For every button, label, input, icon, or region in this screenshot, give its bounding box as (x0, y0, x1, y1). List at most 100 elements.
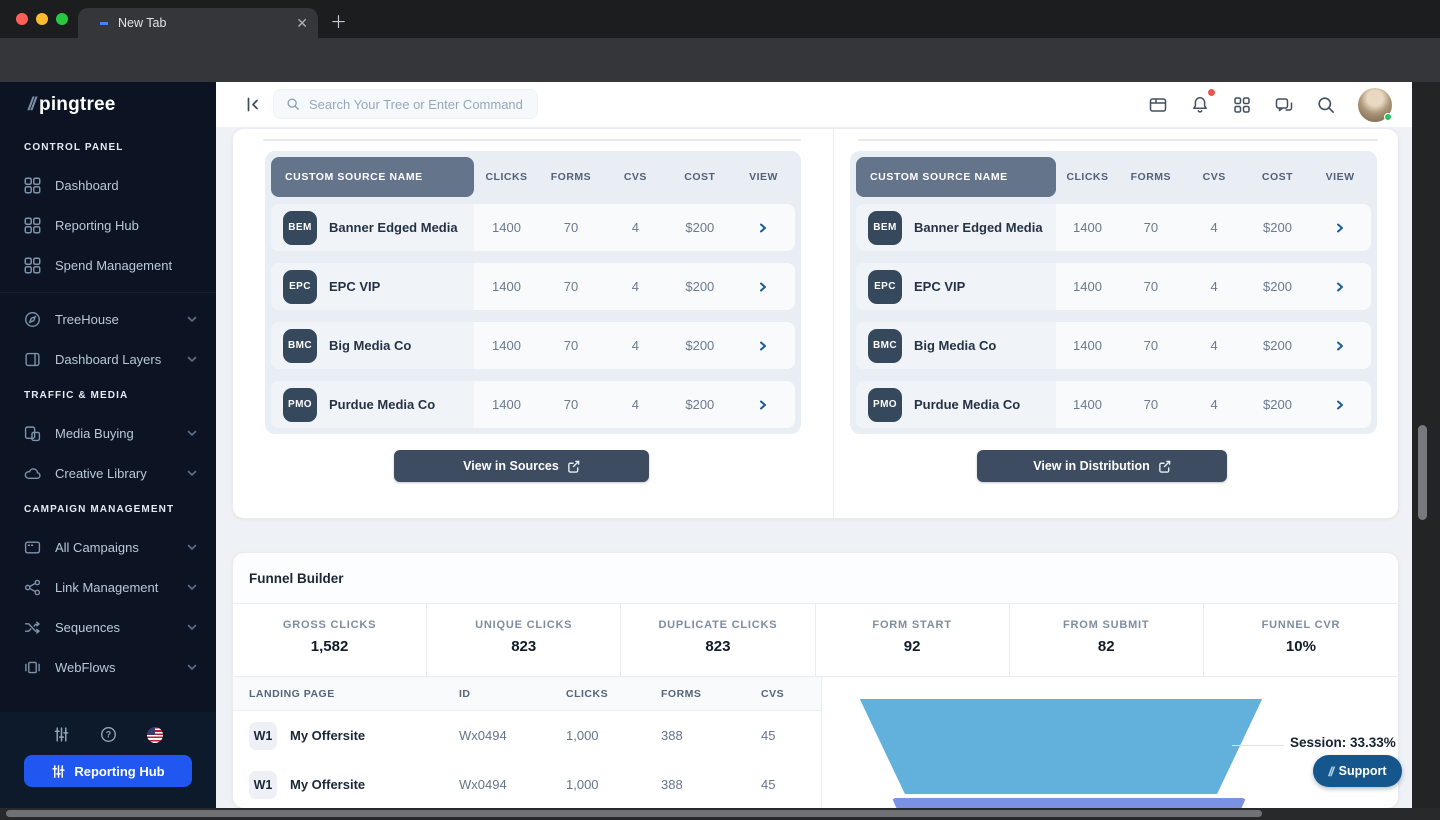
sidebar-item-dashboard-layers[interactable]: Dashboard Layers (0, 339, 216, 379)
view-row-chevron-icon[interactable] (758, 282, 768, 292)
view-row-chevron-icon[interactable] (758, 223, 768, 233)
vertical-scrollbar-track (1412, 82, 1440, 820)
sliders-icon[interactable] (53, 726, 70, 743)
stat-value: 1,582 (233, 638, 426, 655)
sidebar-item-treehouse[interactable]: TreeHouse (0, 299, 216, 339)
view-in-sources-label: View in Sources (463, 459, 559, 473)
window-stack-icon (24, 659, 41, 676)
section-label-control-panel: CONTROL PANEL (24, 142, 216, 153)
sidebar-item-label: Link Management (55, 580, 186, 595)
sidebar-item-all-campaigns[interactable]: All Campaigns (0, 527, 216, 567)
sidebar-item-sequences[interactable]: Sequences (0, 607, 216, 647)
view-in-distribution-button[interactable]: View in Distribution (977, 450, 1227, 482)
table-row: BMCBig Media Co 1400 70 4 $200 (271, 322, 795, 369)
sidebar-item-spend-management[interactable]: Spend Management (0, 245, 216, 285)
sidebar-item-creative-library[interactable]: Creative Library (0, 453, 216, 493)
search-icon[interactable] (1316, 95, 1336, 115)
sidebar-item-label: Sequences (55, 620, 186, 635)
divider-line (263, 139, 801, 141)
stat-unique-clicks: UNIQUE CLICKS 823 (427, 604, 621, 676)
stat-value: 823 (427, 638, 620, 655)
collapse-sidebar-icon[interactable] (244, 96, 261, 113)
section-label-traffic-media: TRAFFIC & MEDIA (24, 390, 216, 401)
sidebar-item-dashboard[interactable]: Dashboard (0, 165, 216, 205)
bell-icon[interactable] (1190, 95, 1210, 115)
sidebar-footer: ? Reporting Hub (0, 712, 216, 820)
view-row-chevron-icon[interactable] (758, 400, 768, 410)
sidebar-item-reporting-hub[interactable]: Reporting Hub (0, 205, 216, 245)
support-button[interactable]: // Support (1313, 755, 1402, 787)
column-header: CVS (603, 171, 667, 183)
table-row: W1My Offersite Wx0494 1,000 388 45 (233, 711, 821, 760)
chat-icon[interactable] (1274, 95, 1294, 115)
funnel-session-label: Session: 33.33% (1290, 735, 1396, 750)
forms-value: 70 (539, 397, 603, 412)
stat-label: FORM START (816, 619, 1009, 631)
cost-value: $200 (1246, 397, 1309, 412)
vertical-scrollbar-thumb[interactable] (1418, 425, 1427, 520)
table-row: BMCBig Media Co 1400 70 4 $200 (856, 322, 1371, 369)
cost-value: $200 (668, 397, 732, 412)
funnel-segment-sessions (854, 699, 1268, 794)
browser-tab[interactable]: New Tab ✕ (78, 8, 318, 38)
reporting-hub-button[interactable]: Reporting Hub (24, 755, 192, 787)
stat-value: 82 (1010, 638, 1203, 655)
panel-icon (24, 351, 41, 368)
sidebar-item-media-buying[interactable]: Media Buying (0, 413, 216, 453)
funnel-builder-card: Funnel Builder GROSS CLICKS 1,582 UNIQUE… (232, 552, 1399, 809)
sidebar-item-label: WebFlows (55, 660, 186, 675)
funnel-builder-title: Funnel Builder (233, 553, 1398, 604)
column-header: CLICKS (474, 171, 538, 183)
section-label-campaign-management: CAMPAIGN MANAGEMENT (24, 504, 216, 515)
source-name: Purdue Media Co (329, 397, 435, 412)
chevron-down-icon (186, 353, 198, 365)
cost-value: $200 (1246, 279, 1309, 294)
logo-slashes: // (28, 94, 34, 115)
tab-title: New Tab (118, 16, 296, 30)
browser-titlebar: New Tab ✕ ＋ (0, 0, 1440, 38)
view-row-chevron-icon[interactable] (1335, 223, 1345, 233)
app-topbar (216, 82, 1412, 127)
fullscreen-window-button[interactable] (56, 13, 68, 25)
chevron-down-icon (186, 581, 198, 593)
cvs-value: 4 (1183, 397, 1246, 412)
close-window-button[interactable] (16, 13, 28, 25)
cost-value: $200 (1246, 220, 1309, 235)
view-row-chevron-icon[interactable] (758, 341, 768, 351)
tree-search-input[interactable] (309, 97, 527, 112)
external-link-icon (567, 460, 580, 473)
stat-label: UNIQUE CLICKS (427, 619, 620, 631)
divider-line (858, 139, 1378, 141)
column-header: FORMS (539, 171, 603, 183)
column-header: CVS (1183, 171, 1246, 183)
source-name: Big Media Co (329, 338, 411, 353)
help-icon[interactable]: ? (100, 726, 117, 743)
cvs-value: 4 (603, 338, 667, 353)
user-avatar[interactable] (1358, 88, 1392, 122)
stat-label: FUNNEL CVR (1204, 619, 1398, 631)
sources-card: CUSTOM SOURCE NAME CLICKS FORMS CVS COST… (232, 128, 1399, 519)
cvs-value: 4 (603, 220, 667, 235)
stat-duplicate-clicks: DUPLICATE CLICKS 823 (621, 604, 815, 676)
landing-page-name: My Offersite (290, 728, 365, 743)
cost-value: $200 (668, 338, 732, 353)
landing-page-name: My Offersite (290, 777, 365, 792)
view-in-sources-button[interactable]: View in Sources (394, 450, 649, 482)
horizontal-scrollbar-thumb[interactable] (6, 810, 1262, 817)
window-tab-icon[interactable] (1148, 95, 1168, 115)
apps-grid-icon[interactable] (1232, 95, 1252, 115)
clicks-value: 1,000 (566, 777, 661, 792)
sources-panel: CUSTOM SOURCE NAME CLICKS FORMS CVS COST… (233, 129, 833, 518)
sidebar-item-webflows[interactable]: WebFlows (0, 647, 216, 687)
view-row-chevron-icon[interactable] (1335, 341, 1345, 351)
tree-search[interactable] (273, 89, 538, 119)
notification-dot (1208, 89, 1215, 96)
view-row-chevron-icon[interactable] (1335, 282, 1345, 292)
sidebar-item-link-management[interactable]: Link Management (0, 567, 216, 607)
tab-close-icon[interactable]: ✕ (296, 15, 308, 32)
minimize-window-button[interactable] (36, 13, 48, 25)
view-row-chevron-icon[interactable] (1335, 400, 1345, 410)
new-tab-button[interactable]: ＋ (330, 13, 347, 33)
stat-gross-clicks: GROSS CLICKS 1,582 (233, 604, 427, 676)
us-flag-icon[interactable] (147, 727, 163, 743)
